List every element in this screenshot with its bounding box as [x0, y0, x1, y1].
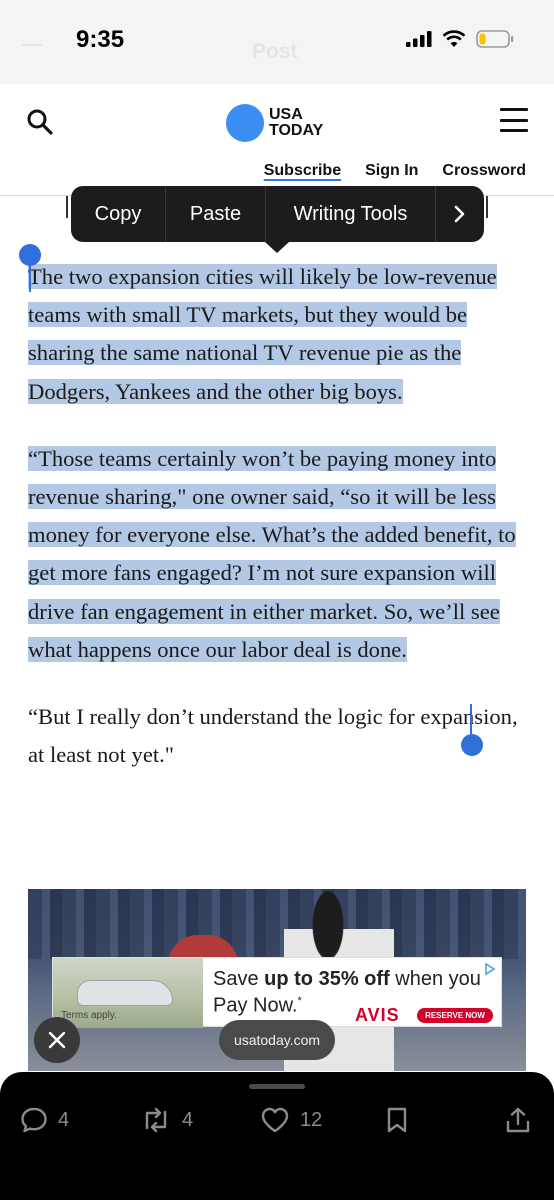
post-title: Post — [252, 40, 298, 63]
more-options-button[interactable] — [436, 186, 484, 242]
menu-line — [500, 129, 528, 132]
selected-text: The two expansion cities will likely be … — [28, 264, 497, 404]
text-selection-menu: Copy Paste Writing Tools — [71, 186, 484, 242]
sheet-grabber[interactable] — [249, 1084, 305, 1089]
reply-count: 4 — [58, 1108, 70, 1131]
reply-button[interactable]: 4 — [20, 1106, 69, 1134]
cellular-signal-icon — [406, 31, 432, 47]
ad-text-prefix: Save — [213, 968, 265, 990]
usa-today-logo[interactable]: USA TODAY — [226, 104, 323, 142]
menu-line — [500, 108, 528, 111]
chevron-right-icon — [454, 205, 465, 223]
url-pill[interactable]: usatoday.com — [219, 1020, 335, 1060]
back-arrow-icon — [22, 44, 42, 46]
status-icons — [406, 30, 514, 48]
like-count: 12 — [300, 1108, 323, 1131]
selected-text: “Those teams certainly won’t be paying m… — [28, 445, 516, 662]
hamburger-menu-icon[interactable] — [500, 108, 528, 132]
repost-button[interactable]: 4 — [140, 1106, 193, 1134]
logo-line-1: USA — [269, 106, 303, 123]
heart-icon — [261, 1107, 289, 1133]
car-shape — [77, 980, 173, 1006]
article-paragraph[interactable]: “But I really don’t understand the logic… — [28, 698, 526, 774]
close-button[interactable] — [34, 1017, 80, 1063]
ad-fine-print: Terms apply. — [61, 1010, 117, 1021]
share-button[interactable] — [504, 1106, 532, 1134]
article-body: The two expansion cities will likely be … — [28, 258, 526, 803]
subscribe-link[interactable]: Subscribe — [264, 162, 341, 180]
reserve-now-button[interactable]: RESERVE NOW — [417, 1008, 493, 1023]
status-bar: 9:35 Post — [0, 0, 554, 84]
battery-icon — [476, 30, 514, 48]
writing-tools-button[interactable]: Writing Tools — [266, 186, 436, 242]
sign-in-link[interactable]: Sign In — [365, 162, 418, 180]
article-paragraph[interactable]: “Those teams certainly won’t be paying m… — [28, 440, 526, 669]
selection-start-caret — [29, 262, 31, 292]
copy-button[interactable]: Copy — [71, 186, 166, 242]
paragraph-text: “But I really don’t understand the logic… — [28, 704, 518, 768]
search-icon[interactable] — [26, 108, 54, 136]
menu-line — [500, 118, 528, 122]
repost-count: 4 — [182, 1108, 194, 1131]
crossword-link[interactable]: Crossword — [442, 162, 526, 180]
close-icon — [48, 1031, 66, 1049]
ad-car-image: Terms apply. — [53, 958, 203, 1028]
ad-footnote-mark: * — [297, 995, 302, 1007]
avis-ad-banner[interactable]: Terms apply. Save up to 35% off when you… — [52, 957, 502, 1028]
menu-caret — [265, 242, 289, 253]
logo-dot — [226, 104, 264, 142]
selection-end-handle[interactable] — [461, 734, 483, 756]
paste-button[interactable]: Paste — [166, 186, 266, 242]
status-time: 9:35 — [76, 26, 125, 53]
article-paragraph[interactable]: The two expansion cities will likely be … — [28, 258, 526, 411]
logo-text: USA TODAY — [269, 107, 323, 139]
like-button[interactable]: 12 — [260, 1106, 322, 1134]
ad-choices-icon[interactable] — [483, 962, 497, 976]
logo-line-2: TODAY — [269, 122, 324, 139]
header-nav: Subscribe Sign In Crossword — [264, 162, 526, 180]
avis-logo: AVIS — [355, 1005, 400, 1025]
repost-icon — [145, 1107, 167, 1133]
bookmark-button[interactable] — [384, 1106, 410, 1134]
wifi-icon — [442, 30, 466, 47]
share-icon — [506, 1107, 530, 1133]
photo-crowd — [28, 889, 526, 959]
post-action-bar: 4 4 12 — [0, 1072, 554, 1200]
ad-text-bold: up to 35% off — [264, 968, 390, 990]
site-header: USA TODAY Subscribe Sign In Crossword — [0, 84, 554, 196]
selection-end-caret — [470, 704, 472, 734]
reply-icon — [21, 1107, 47, 1133]
bookmark-icon — [387, 1107, 407, 1133]
